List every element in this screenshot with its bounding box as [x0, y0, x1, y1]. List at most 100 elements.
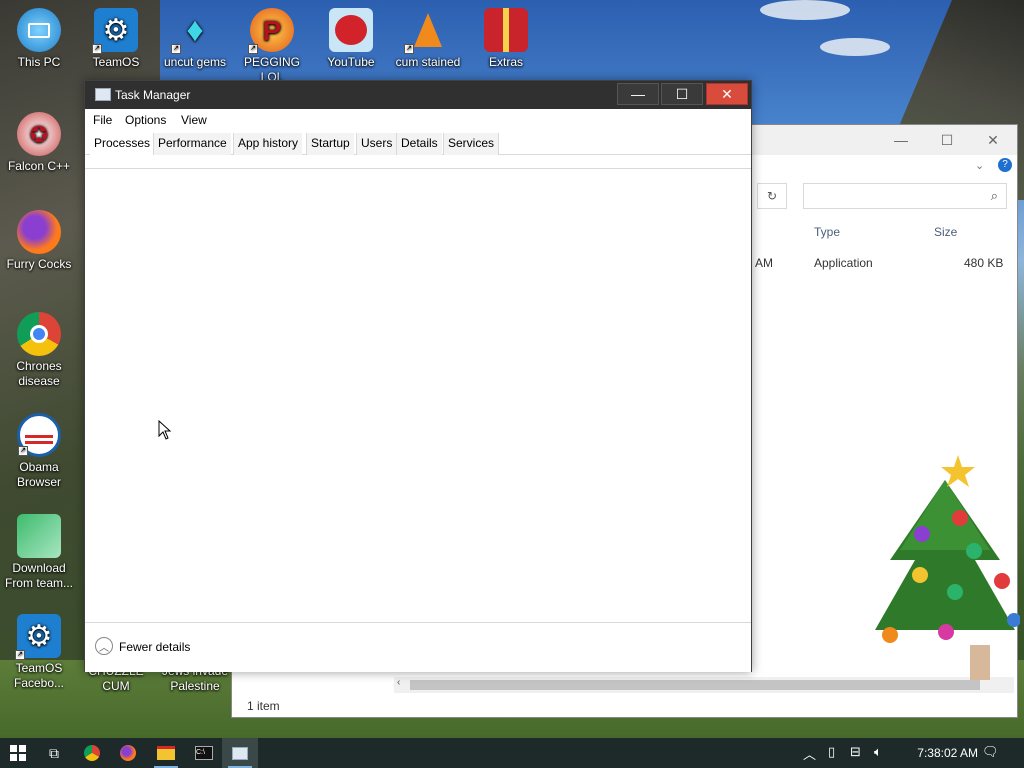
menu-bar: File Options View [85, 109, 751, 131]
desktop-icon-label: YouTube [327, 55, 375, 69]
file-size-cell[interactable]: 480 KB [964, 256, 1003, 270]
task-manager-titlebar[interactable]: Task Manager — ☐ ✕ [85, 81, 751, 109]
minimize-button[interactable]: — [878, 125, 924, 155]
window-title: Task Manager [115, 88, 191, 102]
minimize-button[interactable]: — [617, 83, 659, 105]
shortcut-arrow-icon: ↗ [404, 44, 414, 54]
desktop-icon-chrome[interactable]: Chrones disease [1, 312, 77, 389]
task-manager-window[interactable]: Task Manager — ☐ ✕ File Options View Pro… [84, 80, 752, 672]
desktop-icon-pegging[interactable]: P ↗ PEGGING LOL [234, 8, 310, 85]
desktop-icon-uncut-gems[interactable]: ♦ ↗ uncut gems [157, 8, 233, 70]
shortcut-arrow-icon: ↗ [171, 44, 181, 54]
taskbar-task-manager[interactable] [222, 738, 258, 768]
chrome-icon [17, 312, 61, 356]
desktop-icon-falcon-cpp[interactable]: ✪ Falcon C++ [1, 112, 77, 174]
menu-file[interactable]: File [93, 113, 112, 127]
fewer-details-link[interactable]: Fewer details [119, 640, 190, 654]
maximize-button[interactable]: ☐ [924, 125, 970, 155]
cone-icon: ↗ [404, 8, 450, 54]
chrome-icon [84, 745, 100, 761]
close-button[interactable]: ✕ [970, 125, 1016, 155]
desktop-icon-label: Download From team... [4, 561, 73, 590]
falcon-icon: ✪ [17, 112, 61, 156]
tab-strip: Processes Performance App history Startu… [85, 131, 751, 155]
shortcut-arrow-icon: ↗ [92, 44, 102, 54]
desktop-icon-label: TeamOS [92, 55, 140, 69]
desktop-icon-download[interactable]: Download From team... [1, 514, 77, 591]
task-view-button[interactable]: ⧉ [36, 738, 72, 768]
tab-users[interactable]: Users [356, 133, 397, 155]
taskbar-firefox[interactable] [110, 738, 146, 768]
taskbar: ⧉ C:\ ︿ ▯ ⊟ 🔈︎ 7:38:02 AM 🗨︎ [0, 738, 1024, 768]
gear-icon: ⚙ ↗ [15, 614, 61, 660]
desktop-icon-label: cum stained [395, 55, 461, 69]
help-icon[interactable]: ? [998, 158, 1012, 172]
menu-view[interactable]: View [181, 113, 207, 127]
tab-details[interactable]: Details [396, 133, 442, 155]
process-list-area[interactable] [85, 168, 751, 621]
scrollbar-thumb[interactable] [410, 680, 980, 690]
file-type-cell[interactable]: Application [814, 256, 873, 270]
chevron-up-icon[interactable]: ︿ [95, 637, 113, 655]
refresh-button[interactable]: ↻ [757, 183, 787, 209]
network-icon[interactable]: ⊟ [850, 744, 861, 760]
tab-app-history[interactable]: App history [233, 133, 303, 155]
status-bar-item-count: 1 item [247, 699, 280, 713]
obama-logo-icon: ↗ [17, 413, 61, 457]
desktop-icon-cum-stained[interactable]: ↗ cum stained [390, 8, 466, 70]
column-header-size[interactable]: Size [934, 225, 957, 239]
desktop-icon-obama-browser[interactable]: ↗ Obama Browser [1, 413, 77, 490]
battery-icon[interactable]: ▯ [828, 744, 835, 760]
taskbar-chrome[interactable] [74, 738, 110, 768]
monitor-icon [17, 8, 61, 52]
file-date-cell[interactable]: AM [755, 256, 773, 270]
tray-overflow-chevron-icon[interactable]: ︿ [803, 744, 816, 763]
terminal-icon: C:\ [195, 746, 213, 760]
shortcut-arrow-icon: ↗ [248, 44, 258, 54]
volume-icon[interactable]: 🔈︎ [874, 744, 882, 760]
gear-icon: ⚙ ↗ [92, 8, 138, 54]
desktop-icon-teamos[interactable]: ⚙ ↗ TeamOS [78, 8, 154, 70]
tab-startup[interactable]: Startup [306, 133, 354, 155]
column-header-type[interactable]: Type [814, 225, 840, 239]
desktop-icon-label: Falcon C++ [7, 159, 71, 173]
task-view-icon: ⧉ [49, 744, 59, 761]
scroll-left-icon[interactable]: ‹ [397, 677, 400, 688]
folder-icon [157, 746, 175, 760]
search-input[interactable]: ⌕ [803, 183, 1007, 209]
tab-services[interactable]: Services [443, 133, 500, 155]
desktop-icon-furry[interactable]: Furry Cocks [1, 210, 77, 272]
shortcut-arrow-icon: ↗ [15, 650, 25, 660]
desktop-icon-youtube[interactable]: YouTube [313, 8, 389, 70]
menu-options[interactable]: Options [125, 113, 166, 127]
desktop-icon-label: TeamOS Facebo... [13, 661, 65, 690]
tab-performance[interactable]: Performance [153, 133, 231, 155]
notifications-icon[interactable]: 🗨︎ [982, 744, 999, 760]
gift-icon [484, 8, 528, 52]
firefox-icon [17, 210, 61, 254]
desktop-icon-extras[interactable]: Extras [468, 8, 544, 70]
search-icon: ⌕ [990, 188, 998, 203]
close-button[interactable]: ✕ [706, 83, 748, 105]
start-button[interactable] [0, 738, 36, 768]
taskbar-command-prompt[interactable]: C:\ [186, 738, 222, 768]
tab-processes[interactable]: Processes [90, 133, 155, 155]
wallpaper-cloud [760, 0, 850, 20]
taskbar-clock[interactable]: 7:38:02 AM [917, 746, 978, 760]
angry-bird-icon [329, 8, 373, 52]
windows-logo-icon [10, 745, 26, 761]
desktop-icon-this-pc[interactable]: This PC [1, 8, 77, 70]
desktop-icon-teamos-facebook[interactable]: ⚙ ↗ TeamOS Facebo... [1, 614, 77, 691]
mouse-cursor-icon [158, 420, 172, 440]
task-manager-footer: ︿ Fewer details [85, 622, 751, 672]
p-logo-icon: P ↗ [248, 8, 294, 54]
diamond-icon: ♦ ↗ [171, 8, 217, 54]
desktop-icon-label: Chrones disease [16, 359, 62, 388]
desktop-icon-label: Furry Cocks [6, 257, 72, 271]
download-icon [17, 514, 61, 558]
chevron-down-icon[interactable]: ⌄ [975, 159, 984, 172]
task-manager-icon [232, 746, 248, 760]
christmas-tree-decoration [875, 455, 1020, 680]
taskbar-file-explorer[interactable] [148, 738, 184, 768]
maximize-button[interactable]: ☐ [661, 83, 703, 105]
